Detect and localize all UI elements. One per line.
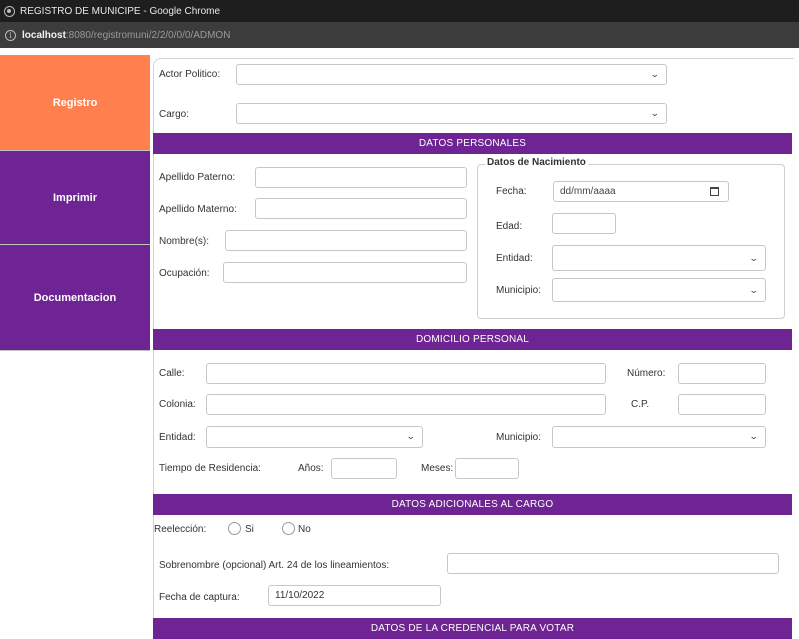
entidad-domicilio-label: Entidad: — [159, 432, 196, 443]
municipio-nacimiento-select[interactable]: ⌄ — [552, 278, 766, 302]
reeleccion-no-radio[interactable] — [282, 522, 295, 535]
chevron-down-icon: ⌄ — [650, 108, 661, 118]
url-path: :8080/registromuni/2/2/0/0/0/ADMON — [65, 29, 231, 41]
sidebar-item-label: Documentacion — [33, 291, 117, 304]
url-host: localhost — [22, 29, 66, 41]
sidebar: Registro Imprimir Documentacion — [0, 55, 150, 351]
reeleccion-si-radio[interactable] — [228, 522, 241, 535]
anios-label: Años: — [298, 463, 324, 474]
reeleccion-label: Reelección: — [154, 524, 207, 535]
meses-input[interactable] — [455, 458, 519, 479]
apellido-materno-input[interactable] — [255, 198, 467, 219]
sidebar-item-label: Registro — [52, 96, 98, 109]
sidebar-item-registro[interactable]: Registro — [0, 55, 150, 151]
numero-label: Número: — [627, 368, 666, 379]
fecha-placeholder: dd/mm/aaaa — [560, 186, 616, 197]
section-header-domicilio-personal: DOMICILIO PERSONAL — [153, 329, 792, 350]
sidebar-item-documentacion[interactable]: Documentacion — [0, 245, 150, 351]
edad-input[interactable] — [552, 213, 616, 234]
address-bar[interactable]: i localhost:8080/registromuni/2/2/0/0/0/… — [0, 22, 799, 48]
sidebar-item-label: Imprimir — [52, 191, 97, 204]
chevron-down-icon: ⌄ — [406, 431, 417, 441]
edad-label: Edad: — [496, 221, 523, 232]
municipio-domicilio-label: Municipio: — [496, 432, 542, 443]
chevron-down-icon: ⌄ — [749, 431, 760, 441]
calle-label: Calle: — [159, 368, 185, 379]
info-icon[interactable]: i — [5, 29, 16, 41]
actor-politico-label: Actor Politico: — [159, 69, 221, 80]
cargo-label: Cargo: — [159, 109, 190, 120]
tiempo-residencia-label: Tiempo de Residencia: — [159, 463, 261, 474]
meses-label: Meses: — [421, 463, 454, 474]
window-title: REGISTRO DE MUNICIPE - Google Chrome — [20, 5, 221, 17]
cargo-select[interactable]: ⌄ — [236, 103, 667, 124]
reeleccion-si-label: Si — [245, 524, 254, 535]
datos-nacimiento-legend: Datos de Nacimiento — [485, 157, 588, 168]
section-header-credencial: DATOS DE LA CREDENCIAL PARA VOTAR — [153, 618, 792, 639]
sobrenombre-label: Sobrenombre (opcional) Art. 24 de los li… — [159, 560, 390, 571]
chrome-icon — [4, 5, 15, 17]
cp-label: C.P. — [631, 399, 650, 410]
fecha-nacimiento-input[interactable]: dd/mm/aaaa — [553, 181, 729, 202]
fecha-nacimiento-label: Fecha: — [496, 186, 527, 197]
numero-input[interactable] — [678, 363, 766, 384]
calle-input[interactable] — [206, 363, 606, 384]
chevron-down-icon: ⌄ — [749, 285, 760, 295]
chevron-down-icon: ⌄ — [650, 69, 661, 79]
sidebar-item-imprimir[interactable]: Imprimir — [0, 151, 150, 245]
chevron-down-icon: ⌄ — [749, 253, 760, 263]
colonia-input[interactable] — [206, 394, 606, 415]
section-header-datos-adicionales: DATOS ADICIONALES AL CARGO — [153, 494, 792, 515]
window-titlebar: REGISTRO DE MUNICIPE - Google Chrome — [0, 0, 799, 22]
calendar-icon[interactable] — [710, 187, 719, 196]
entidad-domicilio-select[interactable]: ⌄ — [206, 426, 423, 448]
reeleccion-no-label: No — [298, 524, 311, 535]
ocupacion-input[interactable] — [223, 262, 467, 283]
municipio-nacimiento-label: Municipio: — [496, 285, 542, 296]
colonia-label: Colonia: — [159, 399, 196, 410]
apellido-paterno-input[interactable] — [255, 167, 467, 188]
entidad-nacimiento-select[interactable]: ⌄ — [552, 245, 766, 271]
nombre-label: Nombre(s): — [159, 236, 210, 247]
apellido-paterno-label: Apellido Paterno: — [159, 172, 236, 183]
entidad-nacimiento-label: Entidad: — [496, 253, 533, 264]
cp-input[interactable] — [678, 394, 766, 415]
apellido-materno-label: Apellido Materno: — [159, 204, 237, 215]
fecha-captura-input[interactable]: 11/10/2022 — [268, 585, 441, 606]
fecha-captura-label: Fecha de captura: — [159, 592, 240, 603]
anios-input[interactable] — [331, 458, 397, 479]
ocupacion-label: Ocupación: — [159, 268, 210, 279]
section-header-datos-personales: DATOS PERSONALES — [153, 133, 792, 154]
municipio-domicilio-select[interactable]: ⌄ — [552, 426, 766, 448]
sobrenombre-input[interactable] — [447, 553, 779, 574]
nombre-input[interactable] — [225, 230, 467, 251]
actor-politico-select[interactable]: ⌄ — [236, 64, 667, 85]
